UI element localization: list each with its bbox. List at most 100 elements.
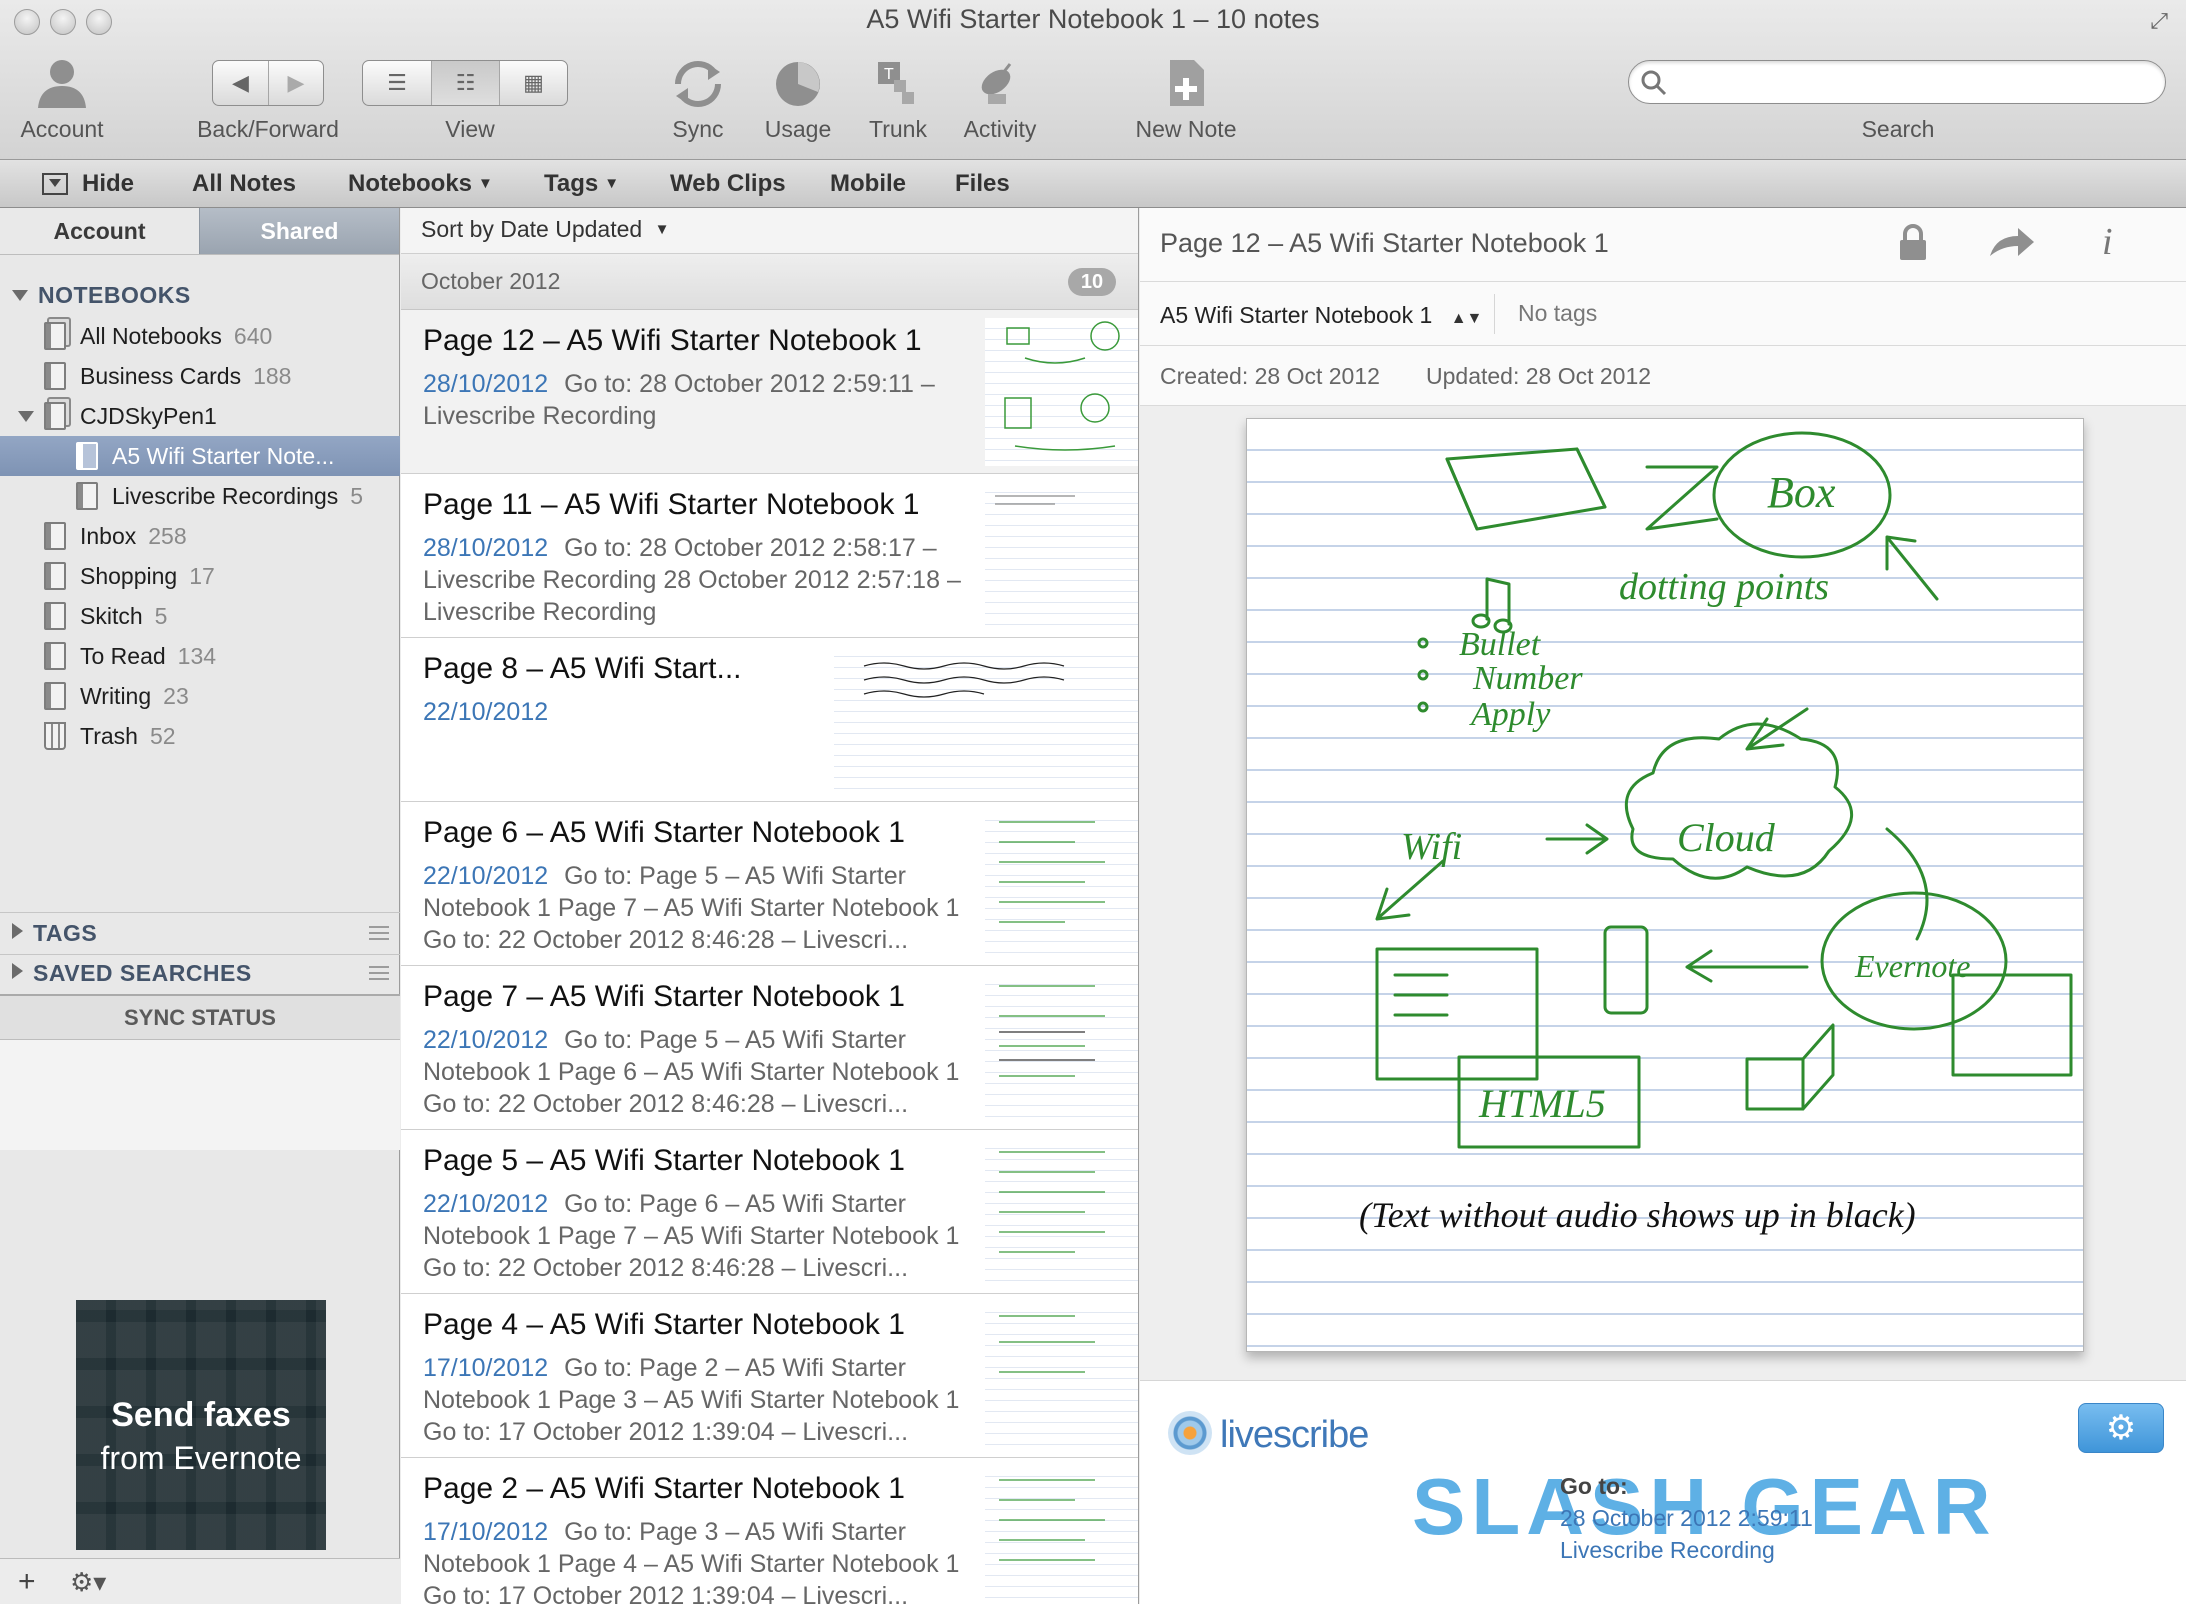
hide-sidebar-icon: [42, 173, 68, 195]
svg-text:T: T: [884, 66, 894, 83]
tab-account[interactable]: Account: [0, 208, 199, 254]
note-title: Page 11 – A5 Wifi Starter Notebook 1: [423, 488, 920, 521]
note-date: 17/10/2012: [423, 1354, 549, 1382]
files-tab[interactable]: Files: [955, 170, 1010, 198]
sidebar-item-inbox[interactable]: Inbox 258: [0, 516, 400, 556]
note-thumbnail: [985, 318, 1138, 466]
ad-banner[interactable]: Send faxes from Evernote: [76, 1300, 326, 1550]
back-forward-control[interactable]: ◀ ▶: [212, 60, 324, 106]
view-control[interactable]: ☰ ☷ ▦: [362, 60, 568, 106]
share-arrow-icon[interactable]: [1986, 224, 2040, 264]
note-title-field[interactable]: Page 12 – A5 Wifi Starter Notebook 1: [1160, 228, 1609, 259]
hide-button[interactable]: Hide: [42, 170, 134, 198]
notebook-count: 134: [177, 642, 217, 669]
activity-button[interactable]: [976, 58, 1020, 115]
note-thumbnail: [985, 974, 1138, 1122]
notebook-count: 23: [163, 682, 189, 709]
list-view-icon[interactable]: ☰: [363, 61, 431, 105]
sidebar-item-writing[interactable]: Writing 23: [0, 676, 400, 716]
note-item[interactable]: Page 12 – A5 Wifi Starter Notebook 1 28/…: [401, 310, 1138, 474]
tab-shared[interactable]: Shared: [199, 208, 399, 254]
disclosure-closed-icon: [12, 923, 23, 939]
sidebar-item-cjdskypen1[interactable]: CJDSkyPen1: [0, 396, 400, 436]
note-item[interactable]: Page 2 – A5 Wifi Starter Notebook 1 17/1…: [401, 1458, 1138, 1604]
notebook-icon: [44, 362, 66, 390]
note-item[interactable]: Page 5 – A5 Wifi Starter Notebook 1 22/1…: [401, 1130, 1138, 1294]
drag-handle-icon[interactable]: [369, 966, 389, 980]
sidebar-item-all-notebooks[interactable]: All Notebooks 640: [0, 316, 400, 356]
snippet-view-icon[interactable]: ☷: [431, 61, 499, 105]
back-arrow-icon[interactable]: ◀: [213, 61, 268, 105]
goto-recording-link[interactable]: Livescribe Recording: [1560, 1537, 1775, 1564]
notebook-count: 188: [253, 362, 292, 389]
gear-menu-icon[interactable]: ⚙▾: [70, 1567, 106, 1598]
note-snippet: 17/10/2012 Go to: Page 2 – A5 Wifi Starte…: [423, 1352, 983, 1448]
handwriting-word: Wifi: [1401, 826, 1462, 868]
note-item[interactable]: Page 6 – A5 Wifi Starter Notebook 1 22/1…: [401, 802, 1138, 966]
notebook-name: To Read: [80, 642, 166, 669]
handwritten-page-image: Box dotting points Bullet Number Apply W…: [1246, 418, 2084, 1352]
notebook-name: Inbox: [80, 522, 137, 549]
updated-date: Updated: 28 Oct 2012: [1426, 363, 1652, 389]
note-date: 28/10/2012: [423, 534, 549, 562]
sidebar-item-livescribe-recordings[interactable]: Livescribe Recordings 5: [0, 476, 400, 516]
sync-status-header[interactable]: SYNC STATUS: [0, 994, 400, 1040]
sort-dropdown[interactable]: Sort by Date Updated ▼: [401, 208, 1138, 254]
tags-menu-label: Tags: [544, 170, 599, 197]
lock-icon[interactable]: [1898, 224, 1928, 264]
settings-gear-button[interactable]: ⚙: [2078, 1403, 2164, 1453]
note-date: 22/10/2012: [423, 1190, 549, 1218]
livescribe-logo-icon: [1168, 1411, 1212, 1455]
sidebar-item-to-read[interactable]: To Read 134: [0, 636, 400, 676]
card-view-icon[interactable]: ▦: [499, 61, 567, 105]
handwriting-word: Apply: [1469, 696, 1551, 733]
trunk-button[interactable]: T: [876, 58, 920, 115]
saved-searches-section-header[interactable]: SAVED SEARCHES: [12, 960, 252, 987]
sidebar-item-a5-wifi-starter[interactable]: A5 Wifi Starter Note...: [0, 436, 400, 476]
mobile-tab[interactable]: Mobile: [830, 170, 906, 198]
sidebar-item-business-cards[interactable]: Business Cards 188: [0, 356, 400, 396]
tags-section-header[interactable]: TAGS: [12, 920, 97, 947]
sidebar-item-shopping[interactable]: Shopping 17: [0, 556, 400, 596]
tags-menu[interactable]: Tags ▼: [544, 170, 619, 198]
notebook-icon: [76, 442, 98, 470]
sidebar-item-trash[interactable]: Trash 52: [0, 716, 400, 756]
note-item[interactable]: Page 11 – A5 Wifi Starter Notebook 1 28/…: [401, 474, 1138, 638]
account-button[interactable]: [26, 58, 98, 115]
new-note-button[interactable]: [1166, 58, 1210, 115]
disclosure-open-icon[interactable]: [18, 411, 34, 422]
fullscreen-icon[interactable]: ⤢: [2150, 8, 2168, 34]
notebook-name: A5 Wifi Starter Note...: [112, 442, 335, 469]
drag-handle-icon[interactable]: [369, 926, 389, 940]
all-notes-tab[interactable]: All Notes: [192, 170, 296, 198]
note-list: Sort by Date Updated ▼ October 2012 10 P…: [401, 208, 1139, 1604]
note-snippet: 22/10/2012 Go to: Page 5 – A5 Wifi Starte…: [423, 860, 983, 956]
sidebar-item-skitch[interactable]: Skitch 5: [0, 596, 400, 636]
notebooks-section-header[interactable]: NOTEBOOKS: [12, 282, 191, 309]
search-field[interactable]: [1628, 60, 2166, 104]
note-title: Page 7 – A5 Wifi Starter Notebook 1: [423, 980, 905, 1013]
usage-button[interactable]: [772, 58, 824, 115]
goto-time-link[interactable]: 28 October 2012 2:59:11: [1560, 1505, 1813, 1532]
info-icon[interactable]: i: [2102, 220, 2113, 264]
web-clips-tab[interactable]: Web Clips: [670, 170, 786, 198]
notebooks-menu[interactable]: Notebooks ▼: [348, 170, 493, 198]
notebook-icon: [44, 522, 66, 550]
notebook-selector[interactable]: A5 Wifi Starter Notebook 1 ▲▼: [1160, 302, 1482, 329]
add-icon[interactable]: +: [18, 1565, 36, 1599]
handwriting-word: Evernote: [1854, 948, 1971, 984]
activity-satellite-icon: [981, 63, 1012, 104]
note-item[interactable]: Page 4 – A5 Wifi Starter Notebook 1 17/1…: [401, 1294, 1138, 1458]
forward-arrow-icon[interactable]: ▶: [268, 61, 323, 105]
handwriting-drawing: Box dotting points Bullet Number Apply W…: [1359, 431, 2073, 1235]
note-item[interactable]: Page 8 – A5 Wifi Start... 22/10/2012: [401, 638, 1138, 802]
notebook-name: Writing: [80, 682, 152, 709]
notebook-name: Skitch: [80, 602, 143, 629]
tags-field[interactable]: No tags: [1518, 300, 1597, 327]
sync-button[interactable]: [668, 58, 728, 115]
up-down-chevron-icon: ▲▼: [1450, 310, 1483, 327]
note-item[interactable]: Page 7 – A5 Wifi Starter Notebook 1 22/1…: [401, 966, 1138, 1130]
handwriting-word: dotting points: [1619, 566, 1829, 608]
notebook-stack-icon: [44, 322, 66, 350]
goto-label: Go to:: [1560, 1473, 1628, 1499]
